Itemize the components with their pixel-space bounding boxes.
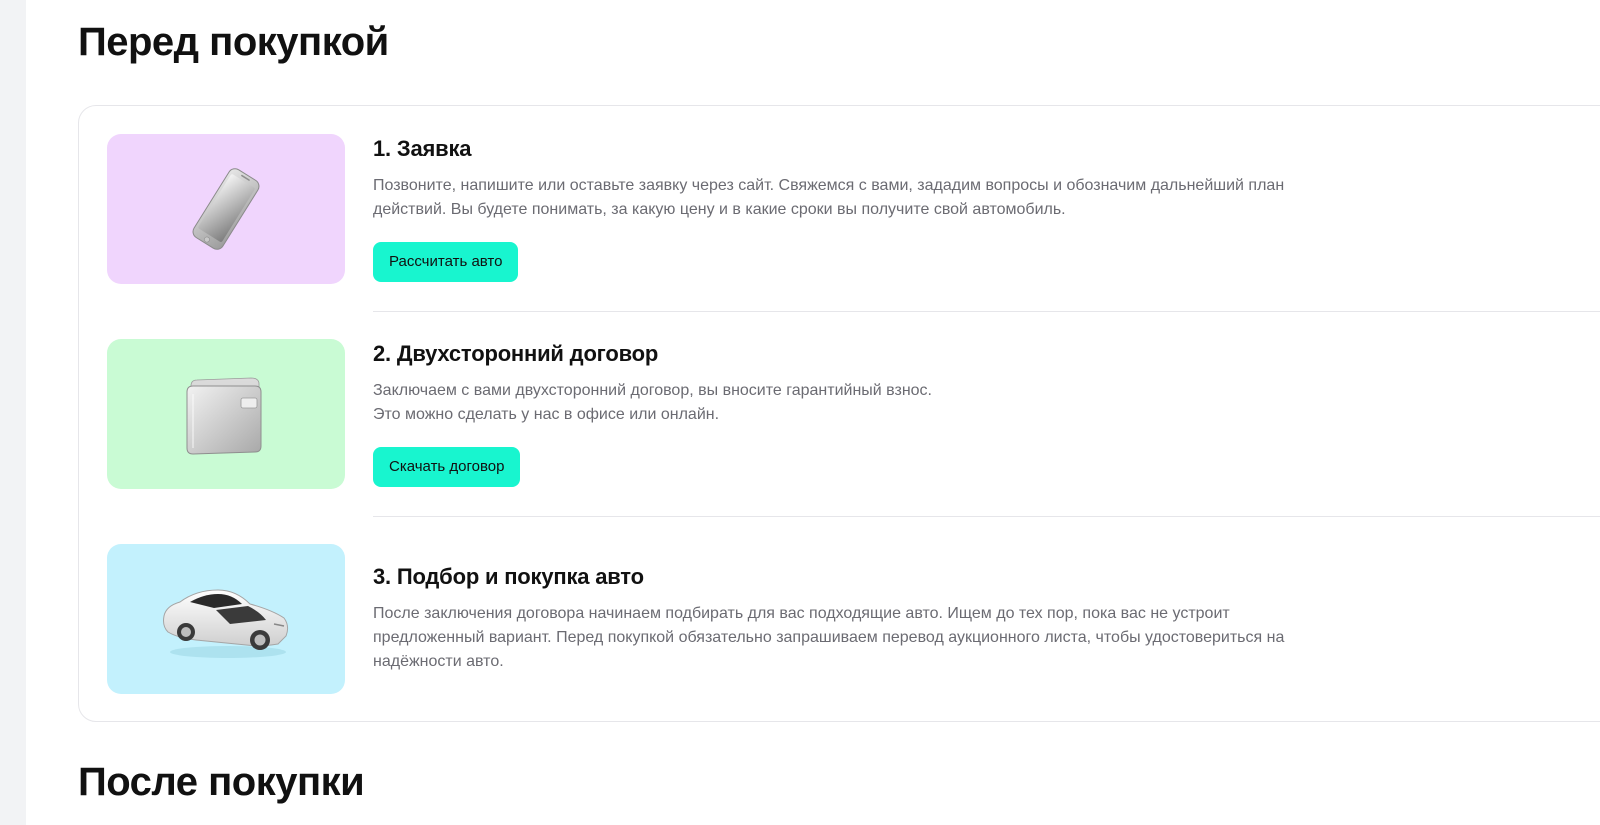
step-title: 2. Двухсторонний договор: [373, 341, 659, 366]
step-description: Позвоните, напишите или оставьте заявку …: [373, 174, 1393, 222]
calculate-car-button[interactable]: Рассчитать авто: [373, 242, 519, 282]
step-contract: 2. Двухсторонний договор Заключаем с вам…: [107, 339, 1600, 489]
step-description-line: действий. Вы будете понимать, за какую ц…: [373, 201, 1066, 218]
step-application: 1. Заявка Позвоните, напишите или оставь…: [107, 134, 1600, 284]
step-description: После заключения договора начинаем подби…: [373, 602, 1393, 674]
step-description-line: После заключения договора начинаем подби…: [373, 605, 1230, 622]
car-icon: [163, 589, 289, 658]
step-body: 3. Подбор и покупка авто После заключени…: [373, 562, 1600, 674]
step-image: [107, 134, 345, 284]
step-image: [107, 339, 345, 489]
step-description-line: надёжности авто.: [373, 653, 504, 670]
step-description-line: Заключаем с вами двухсторонний договор, …: [373, 382, 932, 399]
step-body: 2. Двухсторонний договор Заключаем с вам…: [373, 339, 1600, 487]
step-image: [107, 544, 345, 694]
step-selection-purchase: 3. Подбор и покупка авто После заключени…: [107, 544, 1600, 694]
step-title: 1. Заявка: [373, 136, 472, 161]
section-title-before-purchase: Перед покупкой: [78, 20, 389, 64]
step-body: 1. Заявка Позвоните, напишите или оставь…: [373, 134, 1600, 282]
divider: [373, 311, 1600, 312]
folder-icon: [186, 377, 262, 455]
left-rail: [0, 0, 26, 825]
section-title-after-purchase: После покупки: [78, 760, 365, 804]
step-title: 3. Подбор и покупка авто: [373, 564, 644, 589]
page: Перед покупкой 1. Заявка Позвоните, напи…: [0, 0, 1600, 825]
download-contract-button[interactable]: Скачать договор: [373, 447, 521, 487]
step-description-line: предложенный вариант. Перед покупкой обя…: [373, 629, 1285, 646]
divider: [373, 516, 1600, 517]
step-description-line: Позвоните, напишите или оставьте заявку …: [373, 177, 1285, 194]
step-description-line: Это можно сделать у нас в офисе или онла…: [373, 406, 720, 423]
steps-card: 1. Заявка Позвоните, напишите или оставь…: [78, 105, 1600, 722]
phone-icon: [192, 168, 260, 250]
step-description: Заключаем с вами двухсторонний договор, …: [373, 379, 1393, 427]
